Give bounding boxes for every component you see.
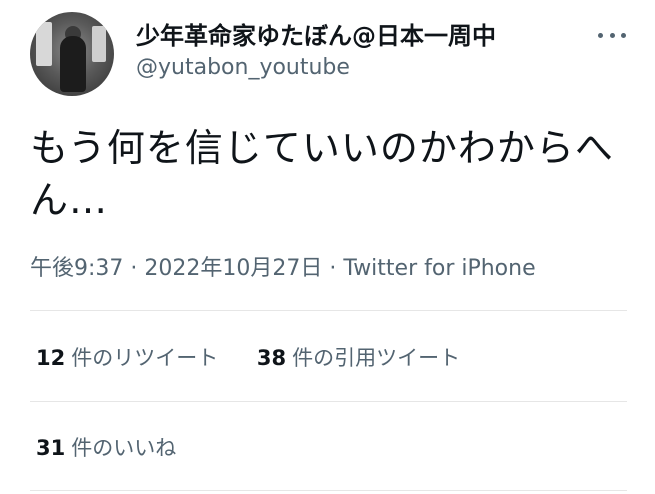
avatar-figure bbox=[60, 36, 86, 92]
stats-row: 12 件のリツイート 38 件の引用ツイート bbox=[36, 342, 460, 372]
likes-label: 件のいいね bbox=[71, 436, 177, 460]
retweets-label: 件のリツイート bbox=[71, 346, 219, 370]
likes-stat[interactable]: 31 件のいいね bbox=[36, 432, 176, 462]
meta-separator: · bbox=[329, 256, 337, 281]
likes-count: 31 bbox=[36, 436, 66, 460]
retweets-count: 12 bbox=[36, 346, 66, 370]
display-name[interactable]: 少年革命家ゆたぼん@日本一周中 bbox=[136, 16, 496, 51]
meta-separator: · bbox=[130, 256, 138, 281]
avatar-banner-right bbox=[92, 26, 106, 62]
retweets-stat[interactable]: 12 件のリツイート bbox=[36, 342, 218, 372]
tweet-meta: 午後9:37 · 2022年10月27日 · Twitter for iPhon… bbox=[30, 250, 536, 282]
more-dot bbox=[621, 32, 626, 38]
divider bbox=[30, 401, 627, 402]
quotes-stat[interactable]: 38 件の引用ツイート bbox=[257, 342, 460, 372]
tweet-source[interactable]: Twitter for iPhone bbox=[343, 256, 535, 281]
avatar[interactable] bbox=[30, 12, 114, 96]
divider bbox=[30, 490, 627, 491]
more-dot bbox=[609, 32, 615, 38]
divider bbox=[30, 310, 627, 311]
quotes-count: 38 bbox=[256, 346, 287, 370]
tweet-date[interactable]: 2022年10月27日 bbox=[144, 256, 322, 281]
avatar-banner-left bbox=[36, 22, 52, 66]
tweet-time[interactable]: 午後9:37 bbox=[30, 256, 123, 281]
tweet-text: もう何を信じていいのかわからへん… bbox=[30, 126, 614, 222]
quotes-label: 件の引用ツイート bbox=[292, 346, 461, 370]
more-dot bbox=[598, 32, 603, 38]
user-handle[interactable]: @yutabon_youtube bbox=[136, 55, 350, 80]
more-horizontal-icon[interactable] bbox=[598, 30, 626, 40]
likes-row: 31 件のいいね bbox=[36, 432, 176, 462]
